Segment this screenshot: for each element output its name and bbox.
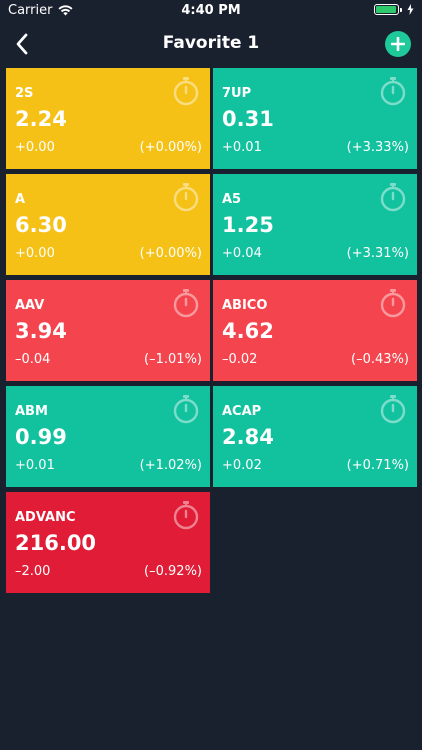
stock-price: 0.31 [222,107,274,131]
stock-change: –0.02 [222,352,258,367]
stock-card[interactable]: ABICO 4.62 –0.02 (–0.43%) [213,280,417,381]
stock-price: 2.24 [15,107,67,131]
stopwatch-icon[interactable] [379,394,407,424]
stock-card[interactable]: A 6.30 +0.00 (+0.00%) [6,174,210,275]
stopwatch-icon[interactable] [379,76,407,106]
stock-change-percent: (+3.33%) [346,140,409,155]
stock-change-percent: (+0.00%) [139,246,202,261]
stopwatch-icon[interactable] [172,182,200,212]
add-stock-button[interactable] [385,31,411,57]
charging-bolt-icon [407,4,414,15]
stock-change-percent: (–1.01%) [144,352,202,367]
stock-price: 3.94 [15,319,67,343]
battery-level [376,6,396,13]
stock-symbol: ACAP [222,404,262,419]
stock-change: +0.01 [222,140,262,155]
stopwatch-icon[interactable] [172,500,200,530]
stock-price: 6.30 [15,213,67,237]
stock-change-percent: (–0.92%) [144,564,202,579]
stock-change-percent: (+3.31%) [346,246,409,261]
stock-change: –0.04 [15,352,51,367]
stock-change: +0.01 [15,458,55,473]
stock-card[interactable]: 2S 2.24 +0.00 (+0.00%) [6,68,210,169]
stock-symbol: 7UP [222,86,252,101]
stock-card[interactable]: A5 1.25 +0.04 (+3.31%) [213,174,417,275]
stock-symbol: AAV [15,298,45,313]
stock-price: 2.84 [222,425,274,449]
stock-card[interactable]: ADVANC 216.00 –2.00 (–0.92%) [6,492,210,593]
stock-change: +0.02 [222,458,262,473]
stopwatch-icon[interactable] [172,288,200,318]
stock-symbol: ADVANC [15,510,76,525]
navigation-bar: Favorite 1 [0,22,422,66]
stock-card[interactable]: 7UP 0.31 +0.01 (+3.33%) [213,68,417,169]
stopwatch-icon[interactable] [172,394,200,424]
stock-symbol: A [15,192,26,207]
stock-change: +0.00 [15,140,55,155]
stock-price: 4.62 [222,319,274,343]
stock-symbol: A5 [222,192,242,207]
stock-grid: 2S 2.24 +0.00 (+0.00%) 7UP 0.31 +0.01 (+… [6,68,417,593]
stock-change: –2.00 [15,564,51,579]
stock-change-percent: (–0.43%) [351,352,409,367]
status-time: 4:40 PM [181,3,241,18]
stock-price: 1.25 [222,213,274,237]
stock-change: +0.04 [222,246,262,261]
stock-symbol: ABM [15,404,48,419]
stock-change: +0.00 [15,246,55,261]
stock-card[interactable]: ACAP 2.84 +0.02 (+0.71%) [213,386,417,487]
stock-change-percent: (+0.00%) [139,140,202,155]
stopwatch-icon[interactable] [379,288,407,318]
battery-icon [374,4,402,15]
stopwatch-icon[interactable] [172,76,200,106]
stock-symbol: 2S [15,86,34,101]
stopwatch-icon[interactable] [379,182,407,212]
stock-card[interactable]: AAV 3.94 –0.04 (–1.01%) [6,280,210,381]
stock-change-percent: (+0.71%) [346,458,409,473]
stock-symbol: ABICO [222,298,268,313]
plus-icon [391,37,405,51]
status-bar: Carrier 4:40 PM [0,0,422,22]
stock-price: 216.00 [15,531,97,555]
status-right [374,4,414,15]
stock-change-percent: (+1.02%) [139,458,202,473]
stock-price: 0.99 [15,425,67,449]
stock-card[interactable]: ABM 0.99 +0.01 (+1.02%) [6,386,210,487]
page-title: Favorite 1 [162,33,260,53]
